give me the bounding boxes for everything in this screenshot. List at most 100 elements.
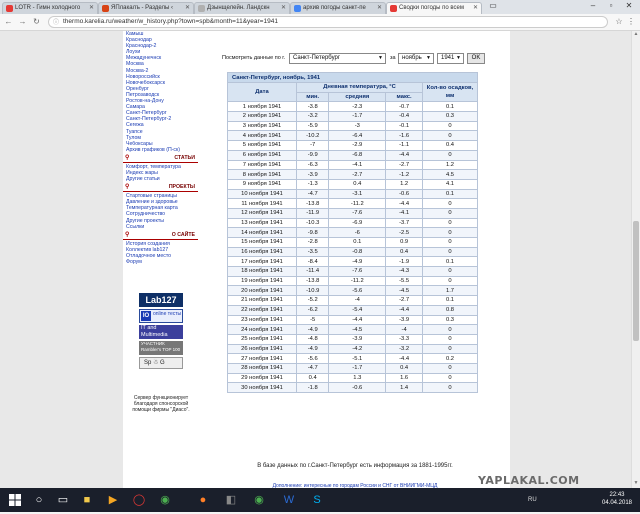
chrome-icon[interactable]: ◉	[156, 491, 174, 509]
scroll-down-icon[interactable]: ▼	[632, 480, 640, 488]
sidebar-link[interactable]: Другие статьи	[123, 176, 198, 182]
month-select[interactable]: ноябрь ▼	[398, 53, 434, 64]
min-temp-cell: -4.8	[295, 333, 330, 345]
avg-temp-cell: -6.4	[328, 130, 387, 142]
rambler-badge[interactable]: УЧАСТНИК Rambler's TOP 100	[139, 341, 183, 355]
min-temp-cell: -10.2	[295, 130, 330, 142]
online-tests-badge[interactable]: IO online тесты	[139, 309, 183, 323]
language-indicator[interactable]: RU	[528, 488, 537, 512]
show-data-label: Посмотреть данные по г.	[222, 55, 286, 61]
min-temp-cell: -13.8	[295, 198, 330, 209]
city-select[interactable]: Санкт-Петербург ▼	[289, 53, 386, 64]
url-input[interactable]: ⓘ thermo.karelia.ru/weather/w_history.ph…	[48, 16, 608, 28]
word-icon[interactable]: W	[280, 491, 298, 509]
max-temp-cell: -4.4	[385, 304, 423, 316]
date-cell: 13 ноября 1941	[227, 217, 297, 229]
temperature-header: Дневная температура, °С	[296, 82, 423, 93]
pin-icon: ⚲	[125, 184, 130, 191]
precipitation-cell: 0.3	[422, 314, 478, 326]
sidebar-section-title: О САЙТЕ	[171, 231, 195, 238]
chevron-down-icon: ▼	[426, 55, 431, 61]
site-favicon-icon	[390, 5, 397, 12]
back-icon[interactable]: ←	[3, 16, 14, 27]
max-temp-cell: -4.4	[385, 149, 423, 161]
start-button[interactable]	[6, 491, 24, 509]
table-row: 11 ноября 1941 -13.8 -11.2 -4.4 0	[227, 198, 478, 209]
clock[interactable]: 22:43 04.04.2018	[600, 491, 634, 507]
precipitation-cell: 0	[422, 275, 478, 287]
for-label: за	[390, 55, 396, 61]
forward-icon[interactable]: →	[17, 16, 28, 27]
app-icon[interactable]: ◧	[222, 491, 240, 509]
multimedia-badge[interactable]: IT and Multimedia	[139, 325, 183, 339]
min-temp-cell: -3.2	[295, 111, 330, 122]
precipitation-cell: 0.1	[422, 256, 478, 268]
sidebar-link[interactable]: Форум	[123, 259, 198, 265]
chrome-active-icon[interactable]: ◉	[250, 491, 268, 509]
avg-header: средняя	[328, 91, 387, 103]
browser-tab[interactable]: LOTR - Гимн холодного ✕	[2, 2, 98, 14]
sidebar-link[interactable]: Архив графиков (П-ск)	[123, 147, 198, 153]
min-temp-cell: -6.3	[295, 159, 330, 171]
skype-icon[interactable]: S	[308, 491, 326, 509]
windows-icon	[9, 494, 21, 506]
table-body: 1 ноября 1941 -3.8 -2.3 -0.7 0.1 2 ноября 194…	[227, 101, 478, 393]
browser-tab[interactable]: Дзынщелейн. Ландскн ✕	[194, 2, 290, 14]
close-window-icon[interactable]: ✕	[620, 0, 638, 12]
clock-time: 22:43	[609, 492, 625, 498]
min-temp-cell: -1.3	[295, 178, 330, 190]
avg-temp-cell: -6.9	[328, 217, 387, 229]
search-icon[interactable]: ○	[30, 491, 48, 509]
browser-tab[interactable]: ЯПлакалъ - Разделы ‹ ✕	[98, 2, 194, 14]
min-temp-cell: 0.4	[295, 372, 330, 384]
max-temp-cell: 0.4	[385, 362, 423, 374]
precipitation-cell: 0	[422, 324, 478, 335]
menu-icon[interactable]: ⋮	[626, 16, 636, 27]
close-icon[interactable]: ✕	[377, 3, 382, 14]
sidebar-sections: ⚲ СТАТЬИ Комфорт, температура Индекс жары Др…	[123, 154, 198, 265]
maximize-icon[interactable]: ▫	[602, 0, 620, 12]
scroll-thumb[interactable]	[633, 221, 639, 341]
firefox-icon[interactable]: ●	[194, 491, 212, 509]
watermark: YAPLAKAL.COM	[478, 474, 580, 487]
browser-tab-active[interactable]: Сводки погоды по всем ✕	[386, 2, 482, 14]
precipitation-cell: 0.8	[422, 304, 478, 316]
max-temp-cell: -3.7	[385, 217, 423, 229]
avg-temp-cell: -5.6	[328, 285, 387, 297]
date-cell: 11 ноября 1941	[227, 198, 297, 209]
table-row: 13 ноября 1941 -10.3 -6.9 -3.7 0	[227, 217, 478, 229]
sidebar: Камыш Краснодар Краснодар-2 Лоухи Межадунечн…	[123, 31, 198, 488]
close-icon[interactable]: ✕	[281, 3, 286, 14]
task-view-icon[interactable]: ▭	[54, 491, 72, 509]
max-temp-cell: -0.6	[385, 188, 423, 200]
player-icon[interactable]: ▶	[104, 491, 122, 509]
minimize-icon[interactable]: –	[584, 0, 602, 12]
page-content: Камыш Краснодар Краснодар-2 Лоухи Межадунечн…	[123, 31, 510, 489]
sidebar-section-header: ⚲ О САЙТЕ	[123, 231, 198, 240]
spb-badge[interactable]: Sp ☃ G	[139, 357, 183, 369]
max-temp-cell: -5.5	[385, 275, 423, 287]
precipitation-cell: 0	[422, 207, 478, 219]
folder-icon[interactable]: ■	[78, 491, 96, 509]
date-cell: 15 ноября 1941	[227, 237, 297, 248]
min-temp-cell: -10.9	[295, 285, 330, 297]
vertical-scrollbar[interactable]: ▲ ▼	[631, 31, 640, 488]
close-icon[interactable]: ✕	[473, 3, 478, 14]
reload-icon[interactable]: ↻	[31, 16, 42, 27]
lab127-badge[interactable]: Lab127	[139, 293, 183, 307]
close-icon[interactable]: ✕	[89, 3, 94, 14]
sidebar-link[interactable]: Ссылки	[123, 224, 198, 230]
opera-icon[interactable]: ◯	[130, 491, 148, 509]
year-select[interactable]: 1941 ▼	[437, 53, 464, 64]
min-temp-cell: -3.9	[295, 169, 330, 180]
scroll-up-icon[interactable]: ▲	[632, 31, 640, 39]
ok-button[interactable]: OK	[467, 53, 485, 64]
browser-tab[interactable]: архив погоды санкт-пе ✕	[290, 2, 386, 14]
precipitation-cell: 0	[422, 198, 478, 209]
table-row: 3 ноября 1941 -5.9 -3 -0.1 0	[227, 120, 478, 132]
new-tab-button[interactable]: ▭	[484, 0, 502, 12]
star-icon[interactable]: ☆	[614, 16, 624, 27]
close-icon[interactable]: ✕	[185, 3, 190, 14]
table-row: 19 ноября 1941 -13.8 -11.2 -5.5 0	[227, 275, 478, 287]
avg-temp-cell: -7.6	[328, 266, 387, 277]
